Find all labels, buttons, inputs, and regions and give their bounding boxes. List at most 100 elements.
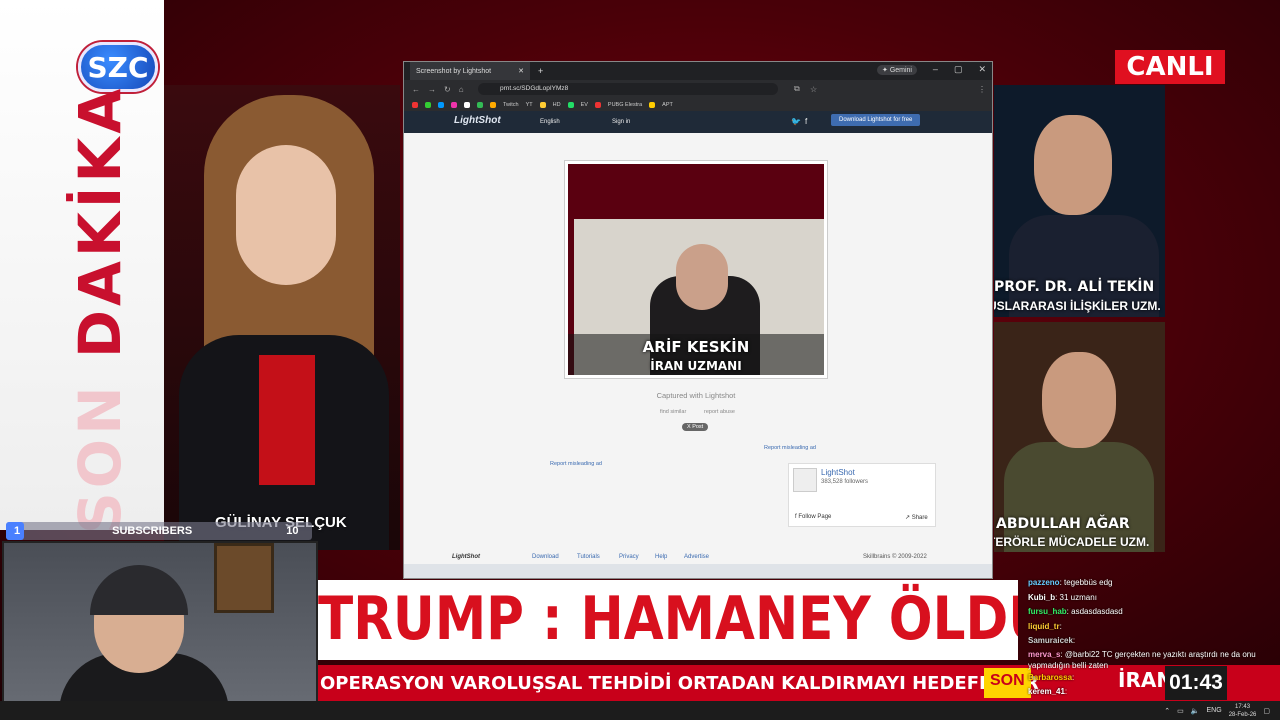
volume-icon[interactable]: 🔈 <box>1191 707 1200 715</box>
footer-help[interactable]: Help <box>655 554 667 560</box>
bookmark-icon[interactable] <box>539 101 546 108</box>
subscribers-label: SUBSCRIBERS <box>112 525 193 537</box>
guest-2-name: ABDULLAH AĞAR <box>996 516 1130 532</box>
chat-user: merva_s <box>1028 649 1061 659</box>
bookmark-ev[interactable]: EV <box>581 102 588 108</box>
bookmark-icon[interactable] <box>477 101 483 108</box>
language-select[interactable]: English <box>540 119 560 125</box>
menu-icon[interactable]: ⋮ <box>978 85 986 94</box>
chat-user: liquid_tr <box>1028 621 1060 631</box>
taskbar-clock[interactable]: 17:43 28-Feb-26 <box>1229 703 1257 719</box>
close-tab-icon[interactable]: ✕ <box>518 67 524 75</box>
twitter-icon[interactable]: 🐦 <box>791 117 801 126</box>
footer-privacy[interactable]: Privacy <box>619 554 639 560</box>
bookmark-yt[interactable]: YT <box>526 102 533 108</box>
lightshot-header: LightShot English Sign in 🐦 f Download L… <box>404 111 992 133</box>
new-tab-icon[interactable]: + <box>538 66 543 76</box>
chat-message: liquid_tr: <box>1028 620 1278 635</box>
bookmark-apt[interactable]: APT <box>662 102 673 108</box>
guest-1-title: ULUSLARARASI İLİŞKİLER UZM. <box>994 299 1161 313</box>
bookmark-icon[interactable] <box>490 101 496 108</box>
bookmark-icon[interactable] <box>567 101 574 108</box>
live-badge: CANLI <box>1115 50 1225 84</box>
signin-link[interactable]: Sign in <box>612 119 630 125</box>
fb-page-name[interactable]: LightShot <box>821 468 855 477</box>
footer-copyright: Skillbrains © 2009-2022 <box>863 554 927 560</box>
share-button[interactable]: ↗ Share <box>905 514 928 521</box>
share-icon: ↗ <box>905 515 912 521</box>
chat-user: Samuraicek <box>1028 636 1073 645</box>
breaking-word-son: SON <box>66 382 134 534</box>
chat-text: : 31 uzmanı <box>1055 592 1097 602</box>
follow-page-button[interactable]: f Follow Page <box>795 514 831 520</box>
url-field[interactable]: prnt.sc/SDGdLopIYMz8 <box>478 83 778 95</box>
bookmark-icon[interactable] <box>594 101 601 108</box>
install-icon[interactable]: ⧉ <box>794 84 800 94</box>
network-icon[interactable]: ▭ <box>1177 707 1184 715</box>
browser-tab[interactable]: Screenshot by Lightshot ✕ <box>410 62 530 80</box>
screenshot-image[interactable]: ARİF KESKİN İRAN UZMANI <box>564 160 828 379</box>
chat-message: Samuraicek: <box>1028 634 1278 649</box>
bookmark-twitch[interactable]: Twitch <box>503 102 519 108</box>
back-icon[interactable]: ← <box>412 85 420 94</box>
report-ad-left-link[interactable]: Report misleading ad <box>550 461 602 467</box>
browser-titlebar: Screenshot by Lightshot ✕ + ✦ Gemini – ▢ ✕ <box>404 62 992 80</box>
home-icon[interactable]: ⌂ <box>459 85 464 94</box>
bookmark-icon[interactable] <box>464 101 470 108</box>
guest-1-face <box>1034 115 1112 215</box>
download-button[interactable]: Download Lightshot for free <box>831 114 921 126</box>
maximize-icon[interactable]: ▢ <box>954 64 963 75</box>
bookmark-pubg[interactable]: PUBG Elestra <box>608 102 642 108</box>
ticker-tag: SON <box>984 668 1031 698</box>
chat-message: kerem_41: <box>1028 685 1278 700</box>
footer-tutorials[interactable]: Tutorials <box>577 554 600 560</box>
tray-chevron-icon[interactable]: ⌃ <box>1164 707 1170 715</box>
lang-indicator[interactable]: ENG <box>1207 707 1222 714</box>
bookmark-icon[interactable] <box>649 101 656 108</box>
bookmark-icon[interactable] <box>438 101 444 108</box>
notification-icon[interactable]: ▢ <box>1263 707 1270 715</box>
find-similar-link[interactable]: find similar <box>660 409 686 415</box>
chat-user: pazzeno <box>1028 578 1060 587</box>
taskbar: ⌃ ▭ 🔈 ENG 17:43 28-Feb-26 ▢ <box>0 701 1280 720</box>
gemini-button[interactable]: ✦ Gemini <box>877 65 917 75</box>
breaking-news-vertical: SON DAKİKA <box>30 85 170 534</box>
bookmarks-bar: Twitch YT HD EV PUBG Elestra APT <box>404 98 992 111</box>
headline-banner: TRUMP : HAMANEY ÖLDÜ <box>318 580 1018 660</box>
share-label: Share <box>911 515 928 521</box>
screenshot-content: ARİF KESKİN İRAN UZMANI <box>568 164 824 375</box>
facebook-icon[interactable]: f <box>805 117 807 126</box>
reload-icon[interactable]: ↻ <box>444 85 451 94</box>
bookmark-icon[interactable] <box>412 101 418 108</box>
minimize-icon[interactable]: – <box>933 64 938 75</box>
report-ad-right-link[interactable]: Report misleading ad <box>764 445 816 451</box>
star-icon[interactable]: ☆ <box>810 85 817 94</box>
chat-user: Barbarossa <box>1028 672 1073 682</box>
breaking-word-dakika: DAKİKA <box>66 84 134 359</box>
bookmark-icon[interactable] <box>451 101 457 108</box>
browser-window: Screenshot by Lightshot ✕ + ✦ Gemini – ▢ ✕ … <box>403 61 993 579</box>
forward-icon[interactable]: → <box>428 85 436 94</box>
bookmark-hd[interactable]: HD <box>553 102 561 108</box>
footer-advertise[interactable]: Advertise <box>684 554 709 560</box>
report-abuse-link[interactable]: report abuse <box>704 409 735 415</box>
lightshot-footer: LightShot Download Tutorials Privacy Hel… <box>404 554 992 564</box>
address-bar-row: ← → ↻ ⌂ prnt.sc/SDGdLopIYMz8 ⧉ ☆ ⋮ <box>404 80 992 98</box>
guest-1-name: PROF. DR. ALİ TEKİN <box>994 279 1155 295</box>
x-post-button[interactable]: X Post <box>682 423 709 431</box>
taskbar-time: 17:43 <box>1235 703 1251 710</box>
headline-text: TRUMP : HAMANEY ÖLDÜ <box>318 584 1018 654</box>
bookmark-icon[interactable] <box>425 101 431 108</box>
chat-text: : <box>1072 672 1075 682</box>
chat-text: : tegebbüs edg <box>1059 578 1113 587</box>
close-window-icon[interactable]: ✕ <box>978 64 986 75</box>
anchor-top <box>259 355 315 485</box>
facebook-widget: LightShot 383,528 followers f Follow Pag… <box>788 463 936 527</box>
chat-overlay: pazzeno: tegebbüs edg Kubi_b: 31 uzmanı … <box>1028 576 1278 700</box>
lightshot-page: ARİF KESKİN İRAN UZMANI Captured with Li… <box>404 133 992 564</box>
lightshot-logo[interactable]: LightShot <box>454 115 501 126</box>
footer-download[interactable]: Download <box>532 554 559 560</box>
guest-video-1: PROF. DR. ALİ TEKİN ULUSLARARASI İLİŞKİL… <box>994 85 1165 317</box>
subscribers-count: 1 <box>14 525 21 537</box>
chat-user: fursu_hab <box>1028 607 1067 616</box>
